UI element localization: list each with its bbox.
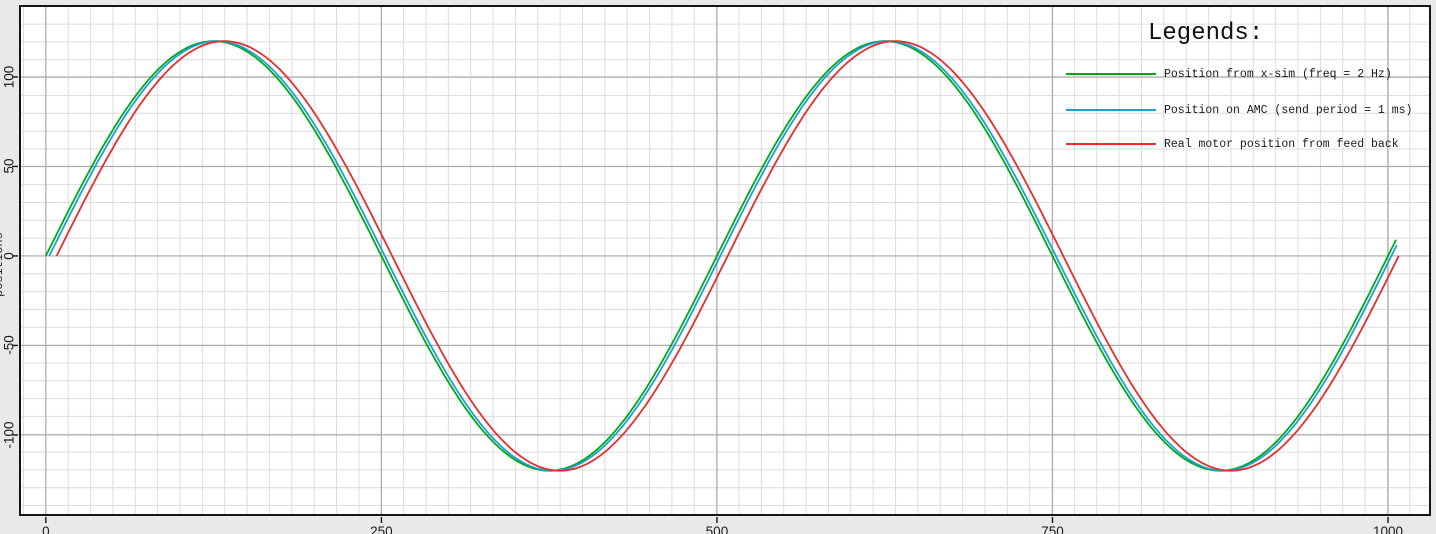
legend-line-swatch-blue	[1066, 109, 1156, 111]
x-tick-label: 500	[706, 524, 729, 534]
y-tick-label: -50	[2, 336, 17, 356]
x-tick-label: 0	[42, 524, 50, 534]
legend-item-label: Position from x-sim (freq = 2 Hz)	[1164, 68, 1392, 81]
y-tick-label: 0	[2, 252, 17, 260]
legend-item: Position on AMC (send period = 1 ms)	[1066, 103, 1412, 117]
chart-canvas: positions 0 250 500 750 1000 100 50 0 -5…	[0, 0, 1436, 534]
legend-item-label: Real motor position from feed back	[1164, 138, 1399, 151]
x-tick-label: 250	[370, 524, 393, 534]
legend-line-swatch-green	[1066, 73, 1156, 75]
y-tick-label: -100	[2, 421, 17, 448]
x-tick-label: 750	[1041, 524, 1064, 534]
legend-line-swatch-red	[1066, 143, 1156, 145]
legend-title: Legends:	[1148, 20, 1263, 47]
y-axis-title: positions	[0, 195, 6, 335]
y-tick-label: 50	[2, 159, 17, 174]
legend-item: Real motor position from feed back	[1066, 137, 1399, 151]
x-tick-label: 1000	[1373, 524, 1403, 534]
legend-item: Position from x-sim (freq = 2 Hz)	[1066, 67, 1392, 81]
y-tick-label: 100	[2, 66, 17, 89]
legend-item-label: Position on AMC (send period = 1 ms)	[1164, 104, 1412, 117]
